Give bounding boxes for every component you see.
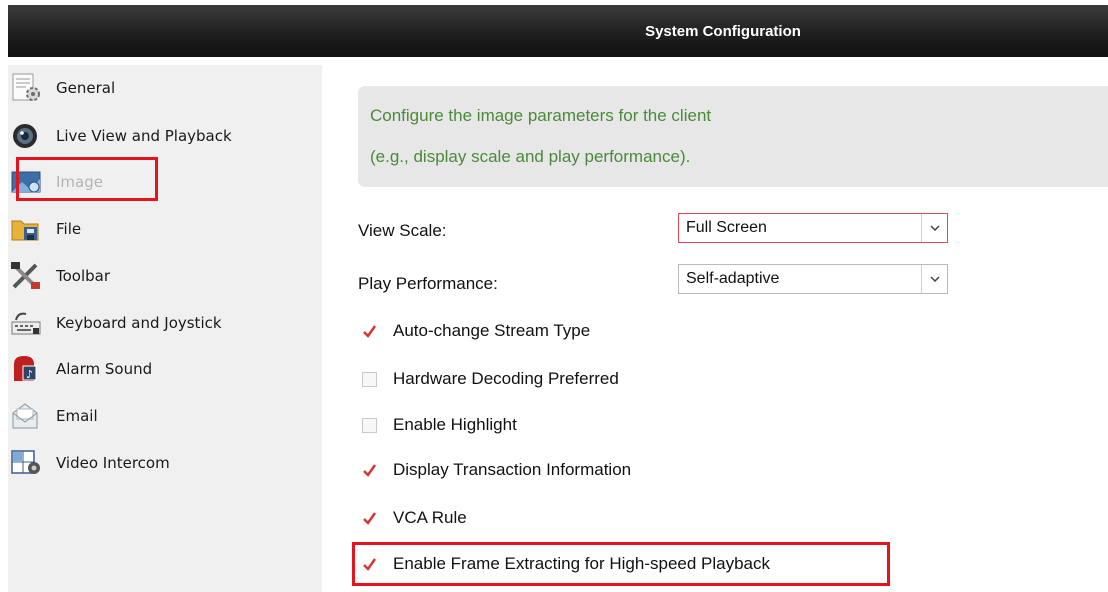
sidebar-item-file[interactable]: File: [10, 211, 310, 247]
view-scale-select[interactable]: Full Screen: [678, 213, 948, 243]
description-line-1: Configure the image parameters for the c…: [370, 106, 712, 125]
svg-text:♪: ♪: [26, 368, 33, 381]
option-vca-rule[interactable]: VCA Rule: [362, 505, 467, 531]
window-title: System Configuration: [645, 22, 801, 40]
play-performance-value: Self-adaptive: [686, 270, 780, 287]
description-line-2: (e.g., display scale and play performanc…: [370, 147, 691, 166]
option-label: Display Transaction Information: [393, 460, 632, 479]
checkbox-unchecked-icon[interactable]: [362, 371, 377, 387]
option-label: Auto-change Stream Type: [393, 321, 591, 340]
checkbox-checked-icon[interactable]: [362, 463, 377, 478]
sidebar-item-toolbar[interactable]: Toolbar: [10, 258, 310, 294]
checkbox-checked-icon[interactable]: [362, 511, 377, 526]
video-intercom-icon: [10, 448, 44, 478]
sidebar-item-keyboard-and-joystick[interactable]: Keyboard and Joystick: [10, 305, 310, 341]
sidebar-item-general[interactable]: General: [10, 70, 310, 106]
play-performance-select[interactable]: Self-adaptive: [678, 264, 948, 294]
title-bar: System Configuration: [8, 5, 1108, 57]
option-auto-change-stream-type[interactable]: Auto-change Stream Type: [362, 318, 590, 344]
sidebar-item-label: Keyboard and Joystick: [56, 314, 222, 332]
view-scale-label: View Scale:: [358, 221, 447, 240]
email-icon: [10, 401, 44, 431]
sidebar-item-label: Live View and Playback: [56, 127, 232, 145]
sidebar-item-email[interactable]: Email: [10, 398, 310, 434]
sidebar-item-label: Toolbar: [56, 267, 111, 285]
image-highlight-box: [16, 157, 158, 201]
option-label: Enable Highlight: [393, 415, 517, 434]
tools-icon: [10, 261, 44, 291]
option-label: Hardware Decoding Preferred: [393, 369, 619, 388]
description-box: Configure the image parameters for the c…: [358, 86, 1108, 187]
folder-icon: [10, 214, 44, 244]
frame-extracting-highlight-box: [352, 542, 890, 586]
general-settings-icon: [10, 73, 44, 103]
checkbox-checked-icon[interactable]: [362, 324, 377, 339]
camera-lens-icon: [10, 121, 44, 151]
sidebar-item-live-view-and-playback[interactable]: Live View and Playback: [10, 118, 310, 154]
sidebar-item-label: General: [56, 79, 116, 97]
alarm-sound-icon: ♪: [10, 354, 44, 384]
sidebar-item-label: Email: [56, 407, 98, 425]
keyboard-icon: [10, 308, 44, 338]
play-performance-label: Play Performance:: [358, 274, 498, 293]
chevron-down-icon[interactable]: [921, 214, 947, 242]
sidebar-item-video-intercom[interactable]: Video Intercom: [10, 445, 310, 481]
sidebar-item-alarm-sound[interactable]: ♪ Alarm Sound: [10, 351, 310, 387]
option-label: VCA Rule: [393, 508, 467, 527]
option-hardware-decoding-preferred[interactable]: Hardware Decoding Preferred: [362, 366, 619, 392]
sidebar-item-label: Video Intercom: [56, 454, 170, 472]
sidebar-item-label: File: [56, 220, 82, 238]
option-enable-highlight[interactable]: Enable Highlight: [362, 412, 517, 438]
sidebar-item-label: Alarm Sound: [56, 360, 153, 378]
chevron-down-icon[interactable]: [921, 265, 947, 293]
checkbox-unchecked-icon[interactable]: [362, 417, 377, 433]
view-scale-value: Full Screen: [686, 219, 767, 236]
option-display-transaction-information[interactable]: Display Transaction Information: [362, 457, 631, 483]
